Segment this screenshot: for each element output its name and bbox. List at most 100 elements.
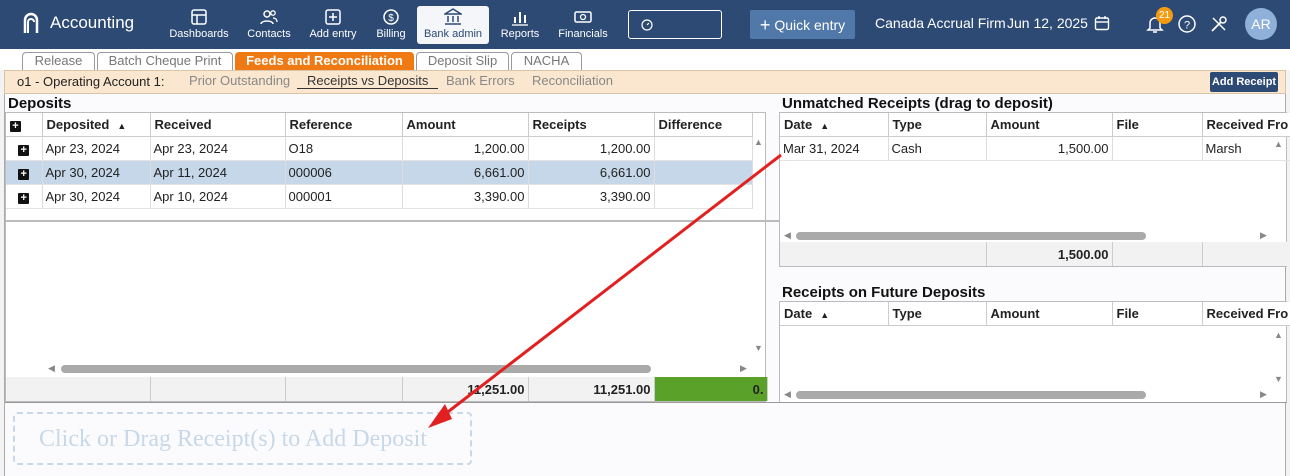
nav-bank-admin[interactable]: Bank admin [417,6,489,44]
scroll-right-icon[interactable]: ▶ [1260,389,1267,400]
nav-label: Add entry [309,28,357,40]
deposited-cell: Apr 30, 2024 [42,184,151,209]
nav-add-entry[interactable]: Add entry [307,6,359,44]
table-row[interactable]: + Apr 30, 2024 Apr 10, 2024 000001 3,390… [6,184,753,209]
table-header-row: + Deposited ▲ Received Reference Amount R… [6,113,753,137]
sort-ascending-icon: ▲ [117,120,127,131]
scroll-down-icon[interactable]: ▼ [754,343,763,353]
column-header-file[interactable]: File [1112,302,1203,326]
quick-entry-label: Quick entry [774,16,846,33]
unmatched-receipts-title: Unmatched Receipts (drag to deposit) [782,95,1053,112]
table-row[interactable]: Mar 31, 2024 Cash 1,500.00 Marsh [780,136,1290,161]
subtab-prior-outstanding[interactable]: Prior Outstanding [189,73,290,88]
column-header-receipts[interactable]: Receipts [528,113,655,137]
nav-dashboards[interactable]: Dashboards [166,6,232,44]
reference-cell: O18 [285,136,403,161]
amount-cell: 3,390.00 [402,184,529,209]
nav-label: Dashboards [169,28,229,40]
scroll-left-icon[interactable]: ◀ [48,363,55,374]
date-picker[interactable]: Jun 12, 2025 [1007,15,1110,31]
nav-contacts[interactable]: Contacts [244,6,294,44]
column-header-amount[interactable]: Amount [986,113,1113,137]
scroll-up-icon[interactable]: ▲ [754,137,763,147]
add-deposit-dropzone[interactable]: Click or Drag Receipt(s) to Add Deposit [13,412,472,465]
reference-cell: 000006 [285,160,403,185]
table-header-row: Date ▲ Type Amount File Received Fro [780,302,1290,326]
nav-billing[interactable]: $ Billing [372,6,410,44]
column-header-received-from[interactable]: Received Fro [1202,302,1290,326]
firm-name[interactable]: Canada Accrual Firm [875,15,1006,31]
tab-nacha[interactable]: NACHA [511,52,582,70]
tools-icon[interactable] [1209,14,1229,34]
expand-row-cell[interactable]: + [6,160,43,185]
totals-empty-cell [780,242,987,266]
scroll-down-icon[interactable]: ▼ [1274,374,1283,384]
add-entry-icon [325,9,341,25]
expand-row-cell[interactable]: + [6,184,43,209]
app-title: Accounting [50,13,135,32]
tab-release[interactable]: Release [22,52,95,70]
help-icon[interactable]: ? [1177,14,1197,34]
tab-feeds-and-reconciliation[interactable]: Feeds and Reconciliation [235,52,414,70]
avatar[interactable]: AR [1245,8,1277,40]
timer-widget[interactable] [628,10,722,39]
unmatched-receipts-grid: Date ▲ Type Amount File Received Fro Mar … [779,112,1290,267]
table-header-row: Date ▲ Type Amount File Received Fro [780,113,1290,137]
received-cell: Apr 23, 2024 [150,136,286,161]
difference-cell [654,136,753,161]
future-deposits-title: Receipts on Future Deposits [782,284,986,301]
tab-bar: Release Batch Cheque Print Feeds and Rec… [0,49,1290,70]
column-header-file[interactable]: File [1112,113,1203,137]
horizontal-scrollbar[interactable] [61,365,651,373]
table-row[interactable]: + Apr 23, 2024 Apr 23, 2024 O18 1,200.00… [6,136,753,161]
nav-label: Reports [500,28,540,40]
column-header-date[interactable]: Date ▲ [780,113,889,137]
expand-row-cell[interactable]: + [6,136,43,161]
app-brand[interactable]: Accounting [22,12,134,34]
expand-icon: + [10,120,21,132]
horizontal-scrollbar[interactable] [796,232,1146,240]
receipts-cell: 6,661.00 [528,160,655,185]
column-header-amount[interactable]: Amount [402,113,529,137]
expand-all-header[interactable]: + [6,113,43,137]
column-header-difference[interactable]: Difference [654,113,753,137]
plus-icon: + [759,14,771,35]
column-header-type[interactable]: Type [888,302,987,326]
svg-text:$: $ [388,13,394,24]
subtab-bank-errors[interactable]: Bank Errors [446,73,515,88]
column-header-reference[interactable]: Reference [285,113,403,137]
column-header-date[interactable]: Date ▲ [780,302,889,326]
column-header-amount[interactable]: Amount [986,302,1113,326]
scroll-up-icon[interactable]: ▲ [1274,139,1283,149]
column-label: Deposited [46,116,110,132]
quick-entry-button[interactable]: + Quick entry [750,10,855,39]
scroll-up-icon[interactable]: ▲ [1274,330,1283,340]
add-receipt-button[interactable]: Add Receipt [1210,72,1278,92]
column-header-deposited[interactable]: Deposited ▲ [42,113,151,137]
calendar-icon [1094,16,1110,31]
sort-ascending-icon: ▲ [820,120,830,131]
column-header-received-from[interactable]: Received Fro [1202,113,1290,137]
horizontal-scrollbar[interactable] [796,391,1146,399]
subtab-receipts-vs-deposits[interactable]: Receipts vs Deposits [297,73,439,89]
table-row[interactable]: + Apr 30, 2024 Apr 11, 2024 000006 6,661… [6,160,753,185]
scroll-left-icon[interactable]: ◀ [784,389,791,400]
unmatched-receipts-table: Date ▲ Type Amount File Received Fro Mar … [780,113,1290,161]
scroll-left-icon[interactable]: ◀ [784,230,791,241]
nav-reports[interactable]: Reports [498,6,542,44]
tab-deposit-slip[interactable]: Deposit Slip [416,52,509,70]
expand-icon: + [18,168,30,180]
column-header-received[interactable]: Received [150,113,286,137]
column-header-type[interactable]: Type [888,113,987,137]
nav-financials[interactable]: Financials [556,6,610,44]
deposits-table: + Deposited ▲ Received Reference Amount R… [6,113,753,209]
app-logo-icon [23,12,39,33]
scroll-right-icon[interactable]: ▶ [1260,230,1267,241]
scroll-right-icon[interactable]: ▶ [740,363,747,374]
reference-cell: 000001 [285,184,403,209]
amount-cell: 6,661.00 [402,160,529,185]
subtab-reconciliation[interactable]: Reconciliation [532,73,613,88]
notification-badge: 21 [1156,7,1173,24]
received-cell: Apr 11, 2024 [150,160,286,185]
tab-batch-cheque-print[interactable]: Batch Cheque Print [97,52,233,70]
